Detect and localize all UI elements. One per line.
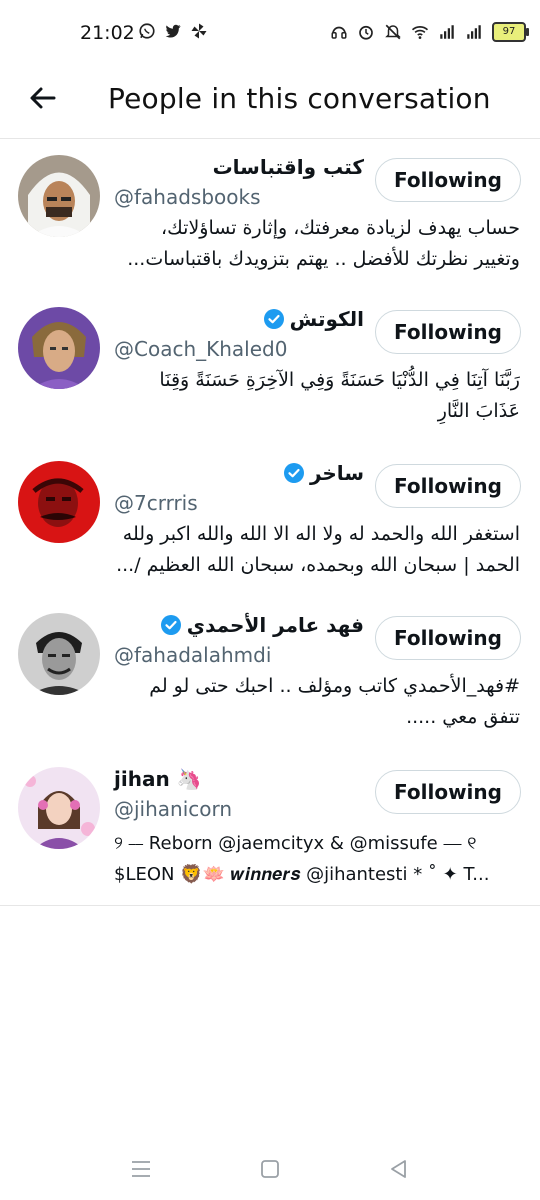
divider xyxy=(0,905,540,906)
verified-badge-icon xyxy=(283,463,304,483)
user-row[interactable]: الكوتش @Coach_Khaled0 رَبَّنَا آتِنَا فِ… xyxy=(0,291,540,443)
user-row[interactable]: فهد عامر الأحمدي @fahadalahmdi #فهد_الأح… xyxy=(0,597,540,749)
avatar[interactable] xyxy=(18,461,100,543)
following-button[interactable]: Following xyxy=(375,616,521,660)
signal-icon xyxy=(467,25,481,39)
user-bio-line: وتغيير نظرتك للأفضل .. يهتم بتزويدك باقت… xyxy=(127,248,520,270)
pinwheel-icon xyxy=(191,23,207,39)
following-button[interactable]: Following xyxy=(375,158,521,202)
status-left-icons xyxy=(138,22,208,40)
user-name-line: الكوتش xyxy=(263,307,364,331)
home-icon[interactable] xyxy=(259,1158,281,1180)
user-bio-line: $LEON 🦁🪷 𝒘𝒊𝒏𝒏𝒆𝒓𝒔 @jihantesti * ˚ ✦ T... xyxy=(114,864,490,885)
user-handle: @Coach_Khaled0 xyxy=(114,337,288,361)
user-name: jihan 🦄 xyxy=(114,767,202,791)
verified-badge-icon xyxy=(160,615,181,635)
user-handle: @7crrris xyxy=(114,491,198,515)
user-name-line: ساخر xyxy=(283,461,364,485)
user-row[interactable]: ساخر @7crrris استغفر الله والحمد له ولا … xyxy=(0,445,540,597)
user-name: الكوتش xyxy=(289,307,364,331)
user-name: فهد عامر الأحمدي xyxy=(186,613,364,637)
arrow-left-icon[interactable] xyxy=(26,81,60,115)
verified-badge-icon xyxy=(263,309,284,329)
user-bio-line: ୨ ⎯⎯ Reborn @jaemcityx & @missufe ⎯⎯ ୧ xyxy=(114,833,477,854)
user-bio-line: استغفر الله والحمد له ولا اله الا الله و… xyxy=(122,523,520,545)
following-button[interactable]: Following xyxy=(375,770,521,814)
user-name: كتب واقتباسات xyxy=(212,155,364,179)
user-handle: @fahadalahmdi xyxy=(114,643,272,667)
user-handle: @fahadsbooks xyxy=(114,185,261,209)
user-row[interactable]: كتب واقتباسات @fahadsbooks حساب يهدف لزي… xyxy=(0,139,540,291)
battery-indicator: 97 xyxy=(492,22,529,42)
avatar[interactable] xyxy=(18,307,100,389)
user-name-line: فهد عامر الأحمدي xyxy=(160,613,364,637)
whatsapp-icon xyxy=(139,23,155,39)
user-row[interactable]: jihan 🦄 @jihanicorn ୨ ⎯⎯ Reborn @jaemcit… xyxy=(0,751,540,903)
back-icon[interactable] xyxy=(388,1158,410,1180)
user-name-line: jihan 🦄 xyxy=(114,767,202,791)
user-bio-line: عَذَابَ النَّارِ xyxy=(437,400,520,422)
user-bio-line: #فهد_الأحمدي كاتب ومؤلف .. احبك حتى لو ل… xyxy=(149,675,520,697)
page-title: People in this conversation xyxy=(108,82,491,115)
twitter-icon xyxy=(165,24,181,38)
signal-icon xyxy=(440,25,454,39)
top-bar: People in this conversation xyxy=(0,64,540,139)
status-bar: 21:02 97 xyxy=(0,0,540,64)
mute-icon xyxy=(385,24,401,40)
status-right-icons: 97 xyxy=(330,22,529,42)
user-bio-line: الحمد | سبحان الله وبحمده، سبحان الله ال… xyxy=(116,554,520,576)
system-nav-bar xyxy=(0,1136,540,1200)
user-name: ساخر xyxy=(309,461,364,485)
headset-icon xyxy=(331,26,347,39)
menu-icon[interactable] xyxy=(130,1158,152,1180)
user-bio-line: رَبَّنَا آتِنَا فِي الدُّنْيَا حَسَنَةً … xyxy=(159,369,520,391)
user-bio-line: حساب يهدف لزيادة معرفتك، وإثارة تساؤلاتك… xyxy=(161,217,520,239)
user-name-line: كتب واقتباسات xyxy=(213,155,364,179)
user-bio-line: تتفق معي ..... xyxy=(406,706,520,728)
avatar[interactable] xyxy=(18,767,100,849)
status-time: 21:02 xyxy=(80,22,135,44)
alarm-icon xyxy=(359,25,373,40)
user-handle: @jihanicorn xyxy=(114,797,233,821)
avatar[interactable] xyxy=(18,613,100,695)
following-button[interactable]: Following xyxy=(375,310,521,354)
avatar[interactable] xyxy=(18,155,100,237)
following-button[interactable]: Following xyxy=(375,464,521,508)
wifi-icon xyxy=(411,26,429,39)
